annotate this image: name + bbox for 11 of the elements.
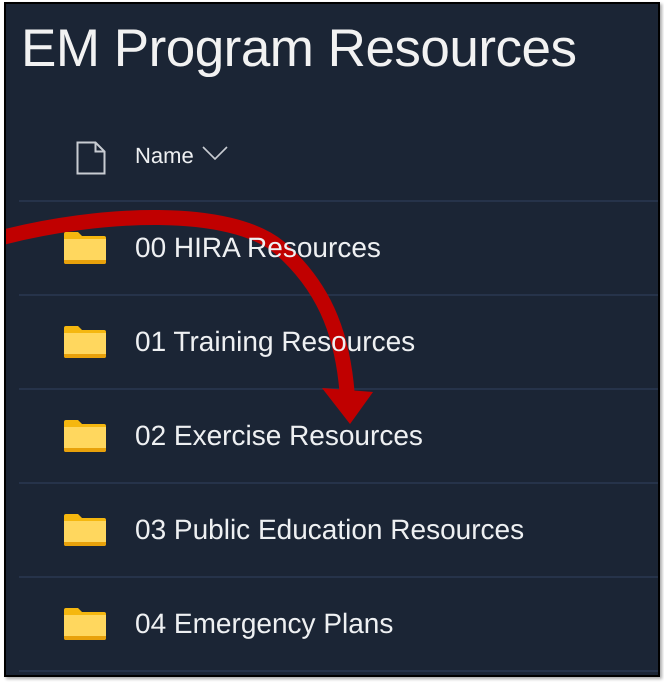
- folder-icon: [64, 420, 106, 452]
- folder-icon: [64, 326, 106, 358]
- name-column-header[interactable]: Name: [135, 143, 228, 169]
- folder-link[interactable]: 03 Public Education Resources: [135, 514, 524, 546]
- folder-icon: [64, 514, 106, 546]
- page-title: EM Program Resources: [20, 18, 578, 80]
- folder-icon: [64, 232, 106, 264]
- folder-link[interactable]: 02 Exercise Resources: [135, 420, 423, 452]
- file-type-icon: [76, 141, 106, 175]
- folder-icon: [64, 608, 106, 640]
- folder-link[interactable]: 04 Emergency Plans: [135, 608, 394, 640]
